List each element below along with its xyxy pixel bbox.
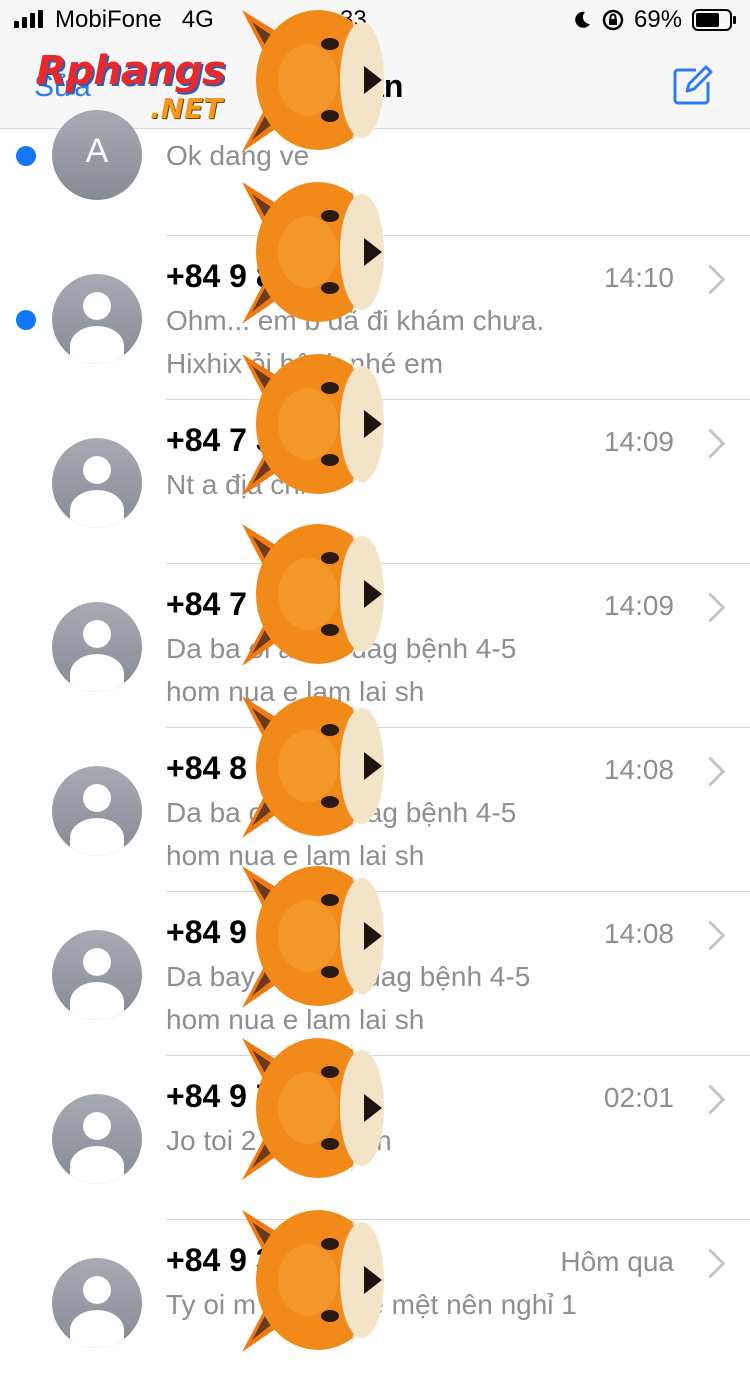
message-time: 02:01: [603, 1082, 674, 1113]
avatar: [52, 930, 142, 1020]
message-time: 14:10: [603, 262, 674, 293]
message-time: Hôm qua: [560, 1246, 674, 1277]
rotation-lock-icon: [602, 9, 624, 31]
avatar: [52, 766, 142, 856]
unread-dot: [16, 146, 36, 166]
signal-icon: [14, 10, 48, 28]
chevron-right-icon: [695, 592, 726, 623]
avatar: [52, 1094, 142, 1184]
moon-icon: [575, 11, 590, 28]
fox-sticker-icon: [242, 1038, 384, 1180]
fox-sticker-icon: [242, 524, 384, 666]
avatar: [52, 1258, 142, 1348]
chevron-right-icon: [695, 428, 726, 459]
battery-icon: [692, 9, 736, 31]
avatar: [52, 274, 142, 364]
chevron-right-icon: [695, 264, 726, 295]
avatar: [52, 602, 142, 692]
unread-dot: [16, 310, 36, 330]
fox-sticker-icon: [242, 354, 384, 496]
carrier-label: MobiFone 4G: [55, 6, 214, 33]
fox-sticker-icon: [242, 10, 384, 152]
avatar: [52, 438, 142, 528]
message-time: 14:08: [603, 918, 674, 949]
message-time: 14:08: [603, 754, 674, 785]
message-time: 14:09: [603, 590, 674, 621]
fox-sticker-icon: [242, 866, 384, 1008]
battery-percent: 69%: [634, 6, 683, 33]
chevron-right-icon: [695, 1084, 726, 1115]
chevron-right-icon: [695, 1248, 726, 1279]
avatar: A: [52, 110, 142, 200]
chevron-right-icon: [695, 756, 726, 787]
fox-sticker-icon: [242, 696, 384, 838]
chevron-right-icon: [695, 920, 726, 951]
fox-sticker-icon: [242, 1210, 384, 1352]
message-time: 14:09: [603, 426, 674, 457]
fox-sticker-icon: [242, 182, 384, 324]
